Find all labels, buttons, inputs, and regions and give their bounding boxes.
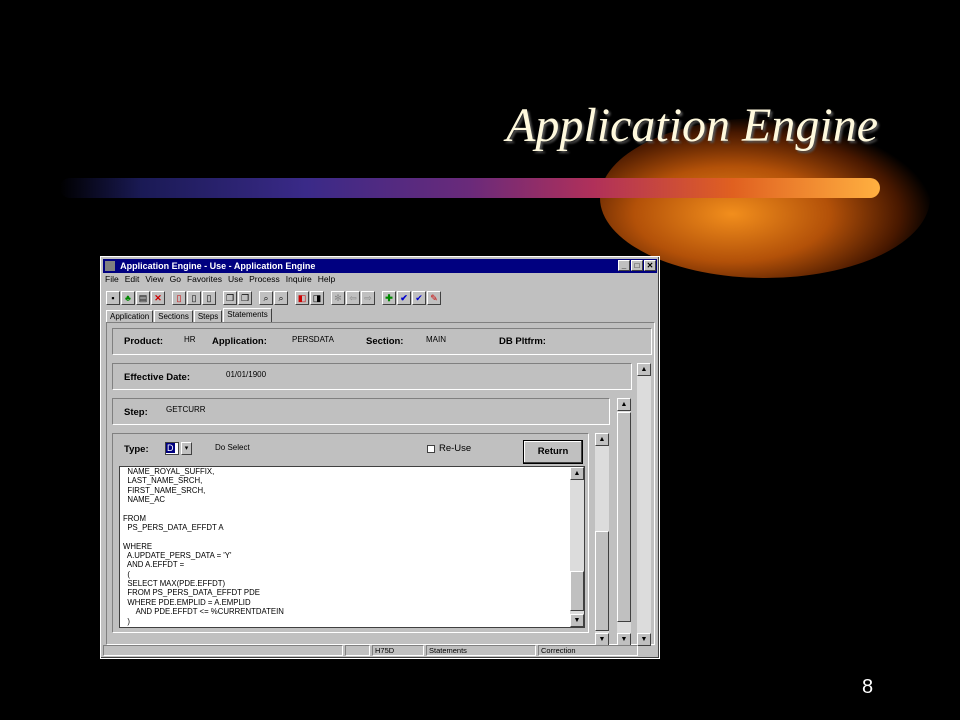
product-value: HR	[184, 335, 196, 344]
tree-icon[interactable]: ♣	[121, 291, 135, 305]
header-group: Product: HR Application: PERSDATA Sectio…	[112, 328, 652, 355]
type-label: Type:	[124, 444, 149, 455]
sql-scrollbar[interactable]: ▲ ▼	[570, 467, 584, 627]
step-value: GETCURR	[166, 405, 206, 414]
menu-edit[interactable]: Edit	[125, 274, 140, 287]
search-icon[interactable]: ⌕	[259, 291, 273, 305]
status-database: H75D	[372, 645, 424, 656]
application-label: Application:	[212, 336, 267, 347]
print-icon[interactable]: ▤	[136, 291, 150, 305]
status-mode: Correction	[538, 645, 638, 656]
product-label: Product:	[124, 336, 164, 347]
effective-date-value: 01/01/1900	[226, 370, 267, 379]
scroll-up-icon[interactable]: ▲	[570, 467, 584, 480]
paste-icon[interactable]: ❐	[238, 291, 252, 305]
menu-use[interactable]: Use	[228, 274, 243, 287]
menu-favorites[interactable]: Favorites	[187, 274, 222, 287]
add-icon[interactable]: ✚	[382, 291, 396, 305]
step-scrollbar[interactable]: ▲ ▼	[617, 398, 631, 646]
effective-date-label: Effective Date:	[124, 372, 190, 383]
status-panel: Statements	[426, 645, 536, 656]
gear-icon[interactable]: ✻	[331, 291, 345, 305]
application-value: PERSDATA	[292, 335, 334, 344]
menu-file[interactable]: File	[105, 274, 119, 287]
scroll-up-icon[interactable]: ▲	[637, 363, 651, 376]
scroll-thumb[interactable]	[617, 412, 631, 622]
close-button[interactable]: ✕	[644, 260, 656, 271]
sql-editor[interactable]: NAME_ROYAL_SUFFIX, LAST_NAME_SRCH, FIRST…	[119, 466, 585, 628]
toolbar: ▪ ♣ ▤ ✕ ▯ ▯ ▯ ❐ ❐ ⌕ ⌕ ◧ ◨ ✻ ⇦ ⇨ ✚ ✔ ✔ ✎	[106, 289, 442, 307]
menu-process[interactable]: Process	[249, 274, 280, 287]
section-label: Section:	[366, 336, 404, 347]
scroll-up-icon[interactable]: ▲	[617, 398, 631, 411]
return-button[interactable]: Return	[523, 440, 583, 464]
step-group: Step: GETCURR	[112, 398, 610, 425]
find-icon[interactable]: ⌕	[274, 291, 288, 305]
menu-go[interactable]: Go	[170, 274, 181, 287]
type-description: Do Select	[215, 443, 250, 452]
menu-bar: File Edit View Go Favorites Use Process …	[105, 274, 335, 287]
step-label: Step:	[124, 407, 148, 418]
chevron-down-icon[interactable]: ▾	[181, 442, 192, 455]
edit-icon[interactable]: ✎	[427, 291, 441, 305]
scroll-thumb[interactable]	[570, 571, 584, 611]
insert-row-icon[interactable]: ▯	[172, 291, 186, 305]
slide-title: Application Engine	[506, 99, 878, 152]
copy-icon[interactable]: ❐	[223, 291, 237, 305]
scroll-up-icon[interactable]: ▲	[595, 433, 609, 446]
slide-number: 8	[862, 676, 874, 698]
status-bar: H75D Statements Correction	[103, 645, 657, 657]
window-title: Application Engine - Use - Application E…	[120, 261, 316, 271]
minimize-button[interactable]: _	[618, 260, 630, 271]
prev-record-icon[interactable]: ◧	[295, 291, 309, 305]
sql-text: NAME_ROYAL_SUFFIX, LAST_NAME_SRCH, FIRST…	[123, 467, 284, 626]
maximize-button[interactable]: □	[631, 260, 643, 271]
next-row-icon[interactable]: ▯	[202, 291, 216, 305]
panel-client-area: Product: HR Application: PERSDATA Sectio…	[106, 322, 655, 646]
slide-decoration-bar	[60, 178, 880, 198]
check-icon[interactable]: ✔	[397, 291, 411, 305]
delete-icon[interactable]: ✕	[151, 291, 165, 305]
check-all-icon[interactable]: ✔	[412, 291, 426, 305]
app-icon	[105, 261, 115, 271]
app-window: Application Engine - Use - Application E…	[100, 256, 660, 659]
menu-inquire[interactable]: Inquire	[286, 274, 312, 287]
scroll-down-icon[interactable]: ▼	[570, 614, 584, 627]
type-input[interactable]: D	[165, 442, 179, 455]
next-record-icon[interactable]: ◨	[310, 291, 324, 305]
forward-icon[interactable]: ⇨	[361, 291, 375, 305]
menu-help[interactable]: Help	[318, 274, 335, 287]
effective-scrollbar[interactable]: ▲ ▼	[637, 363, 651, 646]
back-icon[interactable]: ⇦	[346, 291, 360, 305]
status-cell-blank	[345, 645, 370, 656]
status-cell-empty	[103, 645, 343, 656]
reuse-checkbox[interactable]	[427, 445, 435, 453]
scroll-thumb[interactable]	[595, 531, 609, 631]
dbplatform-label: DB Pltfrm:	[499, 336, 546, 347]
type-value: D	[166, 443, 175, 453]
window-titlebar[interactable]: Application Engine - Use - Application E…	[103, 259, 657, 273]
effective-date-group: Effective Date: 01/01/1900	[112, 363, 632, 390]
save-icon[interactable]: ▪	[106, 291, 120, 305]
delete-row-icon[interactable]: ▯	[187, 291, 201, 305]
section-value: MAIN	[426, 335, 446, 344]
tab-strip: Application Sections Steps Statements	[106, 308, 273, 324]
statement-scrollbar[interactable]: ▲ ▼	[595, 433, 609, 646]
menu-view[interactable]: View	[145, 274, 163, 287]
reuse-label: Re-Use	[439, 443, 472, 454]
